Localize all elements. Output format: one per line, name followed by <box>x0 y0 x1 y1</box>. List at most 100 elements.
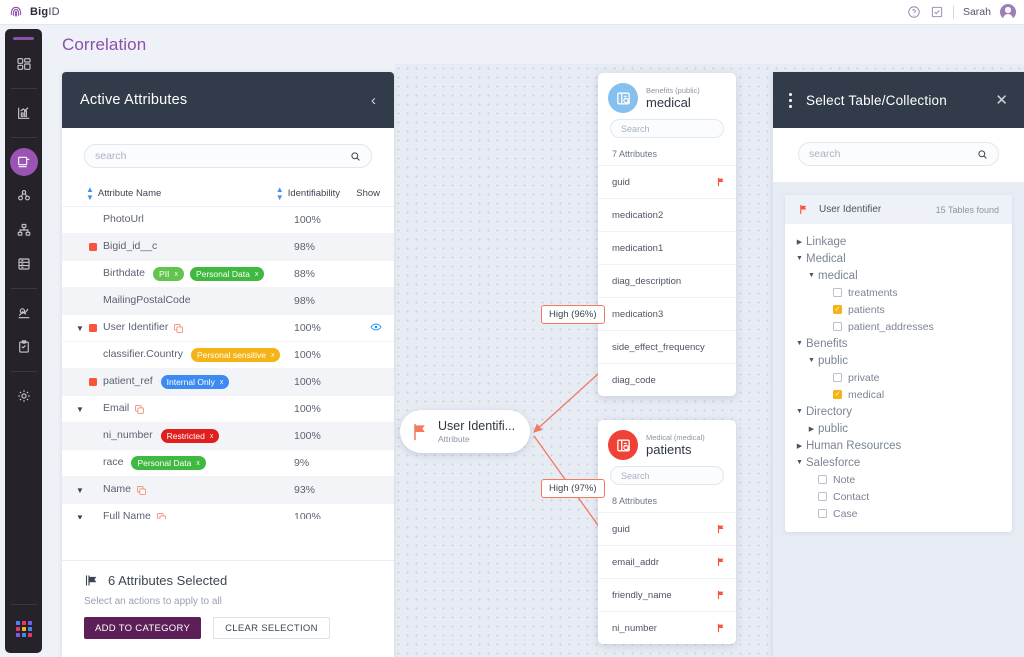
tree-node[interactable]: ▶Note <box>791 471 1006 488</box>
tree-node[interactable]: ▼ Benefits <box>791 335 1006 352</box>
column-identifiability[interactable]: ▲ ▼ Identifiability <box>276 185 340 202</box>
table-card-attribute-row[interactable]: email_addr <box>598 545 736 578</box>
chevron-down-icon[interactable]: ▼ <box>805 357 818 364</box>
checkbox[interactable] <box>833 373 842 382</box>
tree-node[interactable]: ▶treatments <box>791 284 1006 301</box>
tree-node[interactable]: ▶patient_addresses <box>791 318 1006 335</box>
select-search-box[interactable] <box>798 142 999 166</box>
kebab-menu-icon[interactable] <box>789 92 792 108</box>
status-badge[interactable]: Internal Only x <box>160 375 230 389</box>
checkbox[interactable] <box>818 475 827 484</box>
table-row[interactable]: ▼ Full Name 100% <box>62 504 394 519</box>
expand-caret-icon[interactable]: ▼ <box>76 405 89 414</box>
status-badge[interactable]: Personal sensitive x <box>190 348 281 362</box>
sidebar-item-reports[interactable] <box>10 99 38 127</box>
chevron-right-icon[interactable]: ▶ <box>805 425 818 433</box>
checkbox[interactable] <box>833 322 842 331</box>
sidebar-item-dashboard[interactable] <box>10 50 38 78</box>
tree-node[interactable]: ▶private <box>791 369 1006 386</box>
clear-selection-button[interactable]: CLEAR SELECTION <box>213 617 330 639</box>
chevron-right-icon[interactable]: ▶ <box>793 238 806 246</box>
tree-node[interactable]: ▶patients <box>791 301 1006 318</box>
close-icon[interactable]: ✕ <box>995 93 1008 108</box>
table-card-attribute-row[interactable]: medication2 <box>598 198 736 231</box>
tree-node[interactable]: ▶ public <box>791 420 1006 437</box>
table-row[interactable]: race Personal Data x 9% <box>62 450 394 477</box>
expand-caret-icon[interactable]: ▼ <box>76 513 89 520</box>
table-row[interactable]: MailingPostalCode 98% <box>62 288 394 315</box>
table-row[interactable]: patient_ref Internal Only x 100% <box>62 369 394 396</box>
remove-tag-icon[interactable]: x <box>271 352 275 359</box>
edge-label-bottom[interactable]: High (97%) <box>541 479 605 498</box>
status-badge[interactable]: Personal Data x <box>189 267 265 281</box>
attributes-list[interactable]: PhotoUrl 100% Bigid_id__c 98% Birthdate PII x P… <box>62 207 394 519</box>
show-cell[interactable] <box>340 321 384 336</box>
chevron-right-icon[interactable]: ▶ <box>793 442 806 450</box>
attributes-search-box[interactable] <box>84 144 372 168</box>
table-card-attribute-row[interactable]: diag_code <box>598 363 736 396</box>
chevron-left-icon[interactable]: ‹ <box>371 93 376 108</box>
sidebar-item-correlation[interactable] <box>9 148 38 176</box>
table-row[interactable]: PhotoUrl 100% <box>62 207 394 234</box>
brand-logo-area[interactable]: BigID <box>0 4 60 20</box>
table-card-attribute-row[interactable]: diag_description <box>598 264 736 297</box>
table-row[interactable]: ▼ User Identifier 100% <box>62 315 394 342</box>
help-icon[interactable] <box>907 5 921 19</box>
sidebar-item-inventory[interactable] <box>10 250 38 278</box>
tree-node[interactable]: ▶medical <box>791 386 1006 403</box>
table-row[interactable]: ▼ Name 93% <box>62 477 394 504</box>
chevron-down-icon[interactable]: ▼ <box>793 340 806 347</box>
status-badge[interactable]: Restricted x <box>160 429 220 443</box>
tree-node[interactable]: ▼ Directory <box>791 403 1006 420</box>
table-row[interactable]: ni_number Restricted x 100% <box>62 423 394 450</box>
status-badge[interactable]: Personal Data x <box>131 456 206 470</box>
tree-node[interactable]: ▼ Medical <box>791 250 1006 267</box>
table-row[interactable]: classifier.Country Personal sensitive x 100… <box>62 342 394 369</box>
chevron-down-icon[interactable]: ▼ <box>805 272 818 279</box>
remove-tag-icon[interactable]: x <box>210 433 214 440</box>
table-card-attribute-row[interactable]: medication3 <box>598 297 736 330</box>
table-row[interactable]: Birthdate PII x Personal Data x 88% <box>62 261 394 288</box>
checkbox[interactable] <box>833 305 842 314</box>
graph-node-attribute[interactable]: User Identifi... Attribute <box>400 410 530 453</box>
table-row[interactable]: Bigid_id__c 98% <box>62 234 394 261</box>
checkbox[interactable] <box>818 492 827 501</box>
tree-node[interactable]: ▼ Salesforce <box>791 454 1006 471</box>
tree-node[interactable]: ▶Contact <box>791 488 1006 505</box>
column-attribute-name[interactable]: ▲ ▼ Attribute Name <box>86 185 161 202</box>
sidebar-item-hierarchy[interactable] <box>10 216 38 244</box>
table-card-attribute-row[interactable]: friendly_name <box>598 578 736 611</box>
search-input[interactable] <box>95 150 350 162</box>
edge-label-top[interactable]: High (96%) <box>541 305 605 324</box>
tasks-checkbox-icon[interactable] <box>930 5 944 19</box>
remove-tag-icon[interactable]: x <box>255 271 259 278</box>
tree-node[interactable]: ▶ Human Resources <box>791 437 1006 454</box>
status-badge[interactable]: PII x <box>153 267 184 281</box>
checkbox[interactable] <box>818 509 827 518</box>
copy-icon[interactable] <box>173 323 184 334</box>
table-card-attribute-row[interactable]: guid <box>598 512 736 545</box>
eye-icon[interactable] <box>370 321 382 333</box>
chevron-down-icon[interactable]: ▼ <box>793 408 806 415</box>
table-search-input[interactable]: Search <box>610 119 724 138</box>
table-row[interactable]: ▼ Email 100% <box>62 396 394 423</box>
tree-node[interactable]: ▼ medical <box>791 267 1006 284</box>
user-name[interactable]: Sarah <box>963 6 991 18</box>
sidebar-item-identities[interactable] <box>10 182 38 210</box>
table-card-attribute-row[interactable]: guid <box>598 165 736 198</box>
remove-tag-icon[interactable]: x <box>196 460 200 467</box>
sidebar-item-tasks[interactable] <box>10 333 38 361</box>
tree-node[interactable]: ▶Case <box>791 505 1006 522</box>
table-card-attribute-row[interactable]: ni_number <box>598 611 736 644</box>
checkbox[interactable] <box>833 288 842 297</box>
table-tree[interactable]: ▶Linkage▼Medical▼medical▶treatments▶pati… <box>785 224 1012 522</box>
sidebar-item-apps[interactable] <box>10 615 38 643</box>
copy-icon[interactable] <box>156 512 167 520</box>
table-card-medical[interactable]: Benefits (public) medical Search 7 Attri… <box>598 73 736 396</box>
table-card-attribute-row[interactable]: side_effect_frequency <box>598 330 736 363</box>
copy-icon[interactable] <box>134 404 145 415</box>
sidebar-item-settings[interactable] <box>10 382 38 410</box>
expand-caret-icon[interactable]: ▼ <box>76 486 89 495</box>
expand-caret-icon[interactable]: ▼ <box>76 324 89 333</box>
remove-tag-icon[interactable]: x <box>174 271 178 278</box>
